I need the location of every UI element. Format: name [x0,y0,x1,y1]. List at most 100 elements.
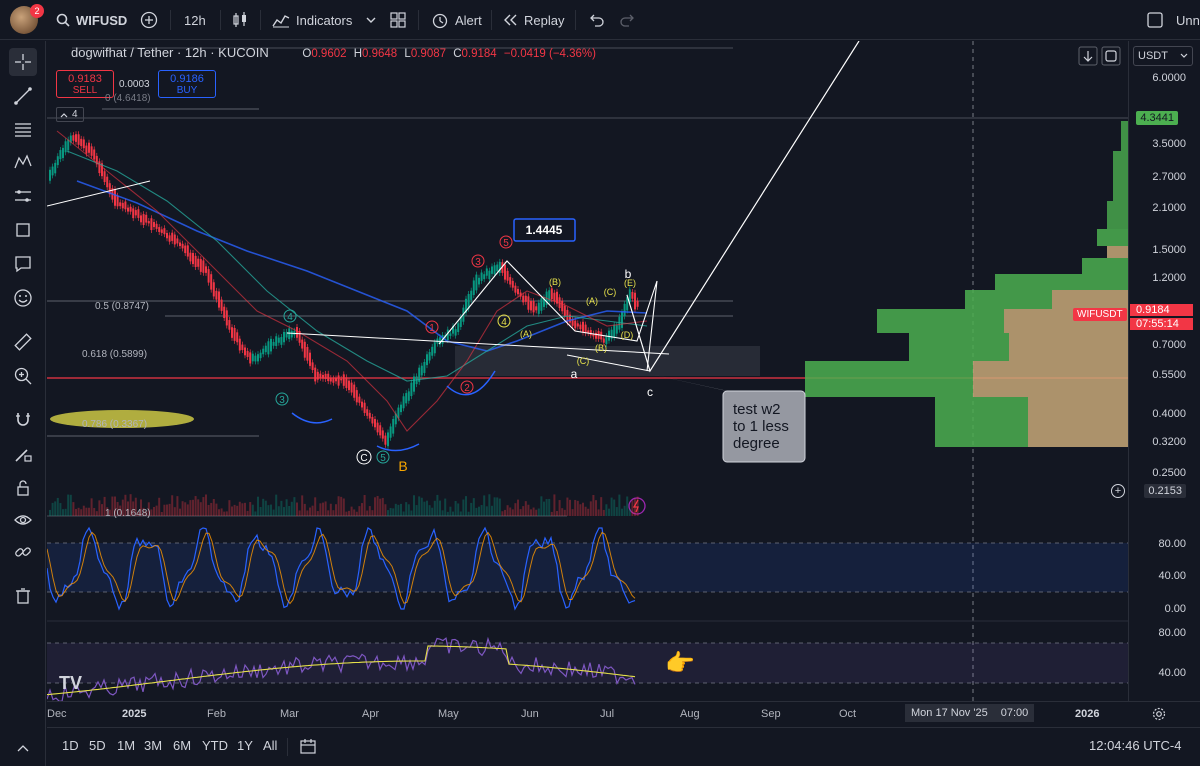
alert-button[interactable]: Alert [431,0,482,40]
volume-bar [563,509,566,516]
candle-body [283,331,285,343]
crosshair-plus-icon[interactable]: + [1111,484,1125,498]
volume-bar [457,503,460,516]
volume-bar [153,506,155,516]
candle-body [257,354,259,362]
bottom-toolbar: 1D 5D 1M 3M 6M YTD 1Y All 12:04:46 UTC-4 [47,727,1200,766]
magnet-tool[interactable] [9,406,37,434]
range-5d[interactable]: 5D [89,738,106,753]
pointing-hand-icon: 👉 [665,650,695,677]
chart-pane[interactable]: 4 3 5 C B 1 2 3 4 5 (A) (B) (C) (A) (B) … [47,41,1128,701]
range-3m[interactable]: 3M [144,738,162,753]
price-scale[interactable]: USDT 6.0000 4.3441 3.5000 2.7000 2.1000 … [1073,41,1200,701]
time-tick: Oct [839,708,857,720]
measure-tool[interactable] [9,328,37,356]
stay-in-drawing-tool[interactable] [9,440,37,468]
layout-button[interactable]: Unn [1146,0,1200,40]
remove-drawings-tool[interactable] [9,582,37,610]
volume-bar [478,506,480,516]
crosshair-tool[interactable] [9,48,37,76]
chart-type-button[interactable] [232,0,248,40]
clock[interactable]: 12:04:46 UTC-4 [1089,738,1182,753]
collapsed-indicators[interactable]: 4 [56,107,84,122]
templates-button[interactable] [390,0,406,40]
shape-tool[interactable] [9,216,37,244]
date-range-button[interactable] [299,737,317,758]
fib-tool[interactable] [9,116,37,144]
settings-button[interactable] [1152,707,1166,724]
candle-body [82,139,85,149]
volume-bar [389,507,392,516]
volume-bar [355,511,358,516]
candle-body [306,346,309,361]
volume-bar [202,497,205,516]
range-1m[interactable]: 1M [117,738,135,753]
volume-bar [150,509,153,516]
time-scale[interactable]: Dec 2025 Feb Mar Apr May Jun Jul Aug Sep… [47,701,1200,727]
volume-bar [485,506,488,516]
compare-symbol-button[interactable] [140,0,158,40]
candle-body [480,272,483,281]
maximize-button[interactable] [1101,46,1121,66]
text-tool[interactable] [9,250,37,278]
open-key: O [302,48,312,60]
range-1d[interactable]: 1D [62,738,79,753]
volume-bar [272,509,275,516]
symbol-title[interactable]: dogwifhat / Tether · 12h · KUCOIN [71,45,269,60]
symbol-search[interactable]: WIFUSD [56,0,127,40]
buy-button[interactable]: 0.9186 BUY [158,70,216,98]
volume-bar [400,503,402,516]
volume-bar [550,511,553,516]
hide-drawings-tool[interactable] [9,506,37,534]
volume-bar [519,509,522,516]
time-tick: Aug [680,708,700,720]
redo-button[interactable] [620,0,636,40]
candle-body [506,270,509,281]
divider [418,10,419,30]
link-tool[interactable] [9,538,37,566]
range-6m[interactable]: 6M [173,738,191,753]
volume-bar [423,501,426,516]
candle-body [579,324,582,330]
icon-tool[interactable] [9,284,37,312]
candle-body [140,215,142,223]
candle-body [309,352,311,366]
volume-bar [569,499,571,516]
price-callout-text: 1.4445 [526,223,563,237]
lock-drawings-tool[interactable] [9,474,37,502]
candle-body [134,210,137,216]
candle-body [205,266,207,273]
volume-bar [194,496,197,516]
candle-body [194,255,197,268]
indicators-button[interactable]: Indicators [272,0,352,40]
hidden-indicator-count: 4 [72,109,78,120]
undo-button[interactable] [588,0,604,40]
candle-body [563,305,566,316]
volume-bar [493,497,496,516]
collapse-toolbar[interactable] [9,734,37,762]
currency-selector[interactable]: USDT [1133,46,1193,66]
interval-button[interactable]: 12h [184,0,206,40]
candle-body [428,352,431,361]
candle-body [280,337,283,345]
forecast-tool[interactable] [9,182,37,210]
volume-bar [267,505,270,516]
candle-body [212,282,215,297]
zoom-tool[interactable] [9,362,37,390]
range-all[interactable]: All [263,738,277,753]
chart-canvas[interactable]: 4 3 5 C B 1 2 3 4 5 (A) (B) (C) (A) (B) … [47,41,1128,701]
pattern-tool[interactable] [9,148,37,176]
volume-bar [166,504,168,516]
vp-bar [1009,333,1128,361]
indicators-dropdown[interactable] [366,0,376,40]
trash-icon [16,588,30,604]
replay-button[interactable]: Replay [502,0,564,40]
range-1y[interactable]: 1Y [237,738,253,753]
volume-bar [348,510,350,516]
candle-body [236,332,239,343]
candle-body [93,149,96,160]
plus-circle-icon [140,11,158,29]
spread-value: 0.0003 [119,79,150,90]
range-ytd[interactable]: YTD [202,738,228,753]
trend-line-tool[interactable] [9,82,37,110]
